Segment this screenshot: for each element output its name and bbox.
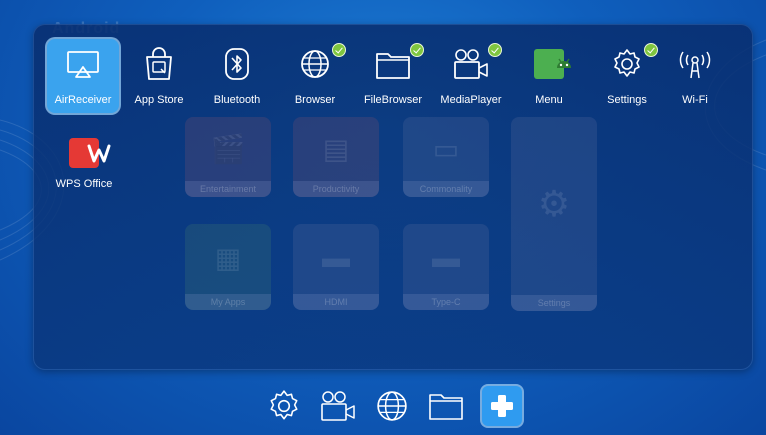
grid-icon: ▦ [214,242,242,274]
app-mediaplayer[interactable]: MediaPlayer [428,39,514,113]
app-label: App Store [134,94,184,106]
app-browser[interactable]: Browser [272,39,358,113]
bg-tile-label: Commonality [403,181,489,197]
android-icon [534,49,571,79]
dock-settings-button[interactable] [264,386,304,426]
gear-icon: ⚙ [537,183,571,225]
wps-office-icon [69,138,111,168]
app-airreceiver[interactable]: AirReceiver [47,39,119,113]
app-label: AirReceiver [54,94,112,106]
bg-tile-my-apps: ▦ My Apps [185,224,271,310]
app-filebrowser[interactable]: FileBrowser [350,39,436,113]
screen-icon: ▭ [432,133,460,165]
clapper-icon: 🎬 [210,133,246,165]
app-label: Wi-Fi [682,94,708,106]
plus-icon [491,395,513,417]
bg-tile-settings: ⚙ Settings [511,117,597,311]
bg-tile-productivity: ▤ Productivity [293,117,379,197]
installed-check-icon [332,43,346,57]
app-wps-office[interactable]: WPS Office [41,128,127,194]
hdmi-port-icon: ▬ [322,242,350,274]
app-store-bag-icon [146,47,172,80]
dock-browser-button[interactable] [372,386,412,426]
bg-tile-label: HDMI [293,294,379,310]
bg-tile-label: My Apps [185,294,271,310]
bg-tile-commonality: ▭ Commonality [403,117,489,197]
installed-check-icon [488,43,502,57]
folder-icon [429,394,463,420]
bg-tile-label: Entertainment [185,181,271,197]
app-app-store[interactable]: App Store [116,39,202,113]
app-label: Menu [535,94,563,106]
app-bluetooth[interactable]: Bluetooth [194,39,280,113]
wifi-antenna-icon [679,51,711,79]
app-label: WPS Office [55,178,113,190]
dock-files-button[interactable] [426,386,466,426]
folder-icon [376,53,410,79]
app-menu[interactable]: Menu [506,39,592,113]
dock-add-button[interactable] [482,386,522,426]
globe-icon [377,391,407,421]
bg-tile-entertainment: 🎬 Entertainment [185,117,271,197]
dock-media-button[interactable] [318,386,358,426]
bluetooth-icon [225,48,249,80]
gear-icon [614,49,640,77]
app-label: Browser [294,94,336,106]
bg-tile-hdmi: ▬ HDMI [293,224,379,310]
app-label: FileBrowser [363,94,423,106]
airplay-icon [67,51,99,78]
app-wifi[interactable]: Wi-Fi [652,39,738,113]
bg-tile-label: Settings [511,295,597,311]
installed-check-icon [410,43,424,57]
bg-tile-type-c: ▬ Type-C [403,224,489,310]
folder-icon: ▤ [322,133,350,165]
bg-tile-label: Type-C [403,294,489,310]
video-camera-icon [321,391,355,421]
video-camera-icon [454,49,488,79]
bg-tile-label: Productivity [293,181,379,197]
globe-icon [301,50,329,78]
gear-icon [270,390,298,420]
usb-c-port-icon: ▬ [432,242,460,274]
app-label: MediaPlayer [440,94,502,106]
app-label: Bluetooth [213,94,261,106]
